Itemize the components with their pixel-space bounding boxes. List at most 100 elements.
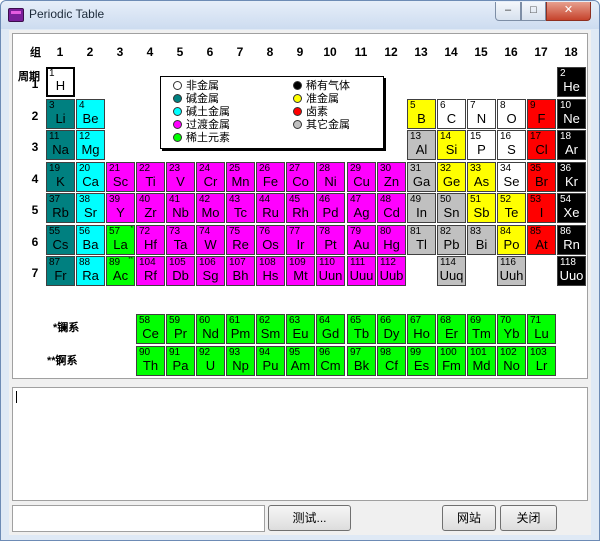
element-cell-ir[interactable]: 77 Ir xyxy=(286,225,315,255)
element-cell-fr[interactable]: 87 Fr xyxy=(46,256,75,286)
element-cell-am[interactable]: 95 Am xyxy=(286,346,315,376)
element-cell-eu[interactable]: 63 Eu xyxy=(286,314,315,344)
element-cell-rb[interactable]: 37 Rb xyxy=(46,193,75,223)
element-cell-v[interactable]: 23 V xyxy=(166,162,195,192)
element-cell-au[interactable]: 79 Au xyxy=(347,225,376,255)
maximize-button[interactable]: □ xyxy=(521,2,546,21)
test-button[interactable]: 测试... xyxy=(268,505,351,531)
element-cell-ba[interactable]: 56 Ba xyxy=(76,225,105,255)
element-cell-cm[interactable]: 96 Cm xyxy=(316,346,345,376)
element-cell-li[interactable]: 3 Li xyxy=(46,99,75,129)
element-cell-tc[interactable]: 43 Tc xyxy=(226,193,255,223)
element-search-input[interactable] xyxy=(12,505,265,532)
element-cell-sc[interactable]: 21 Sc xyxy=(106,162,135,192)
element-cell-po[interactable]: 84 Po xyxy=(497,225,526,255)
element-cell-nb[interactable]: 41 Nb xyxy=(166,193,195,223)
element-cell-ga[interactable]: 31 Ga xyxy=(407,162,436,192)
element-cell-mn[interactable]: 25 Mn xyxy=(226,162,255,192)
element-cell-o[interactable]: 8O xyxy=(497,99,526,129)
element-cell-sn[interactable]: 50 Sn xyxy=(437,193,466,223)
element-cell-pr[interactable]: 59 Pr xyxy=(166,314,195,344)
element-cell-yb[interactable]: 70 Yb xyxy=(497,314,526,344)
element-cell-na[interactable]: 11 Na xyxy=(46,130,75,160)
element-cell-ta[interactable]: 73 Ta xyxy=(166,225,195,255)
element-cell-uub[interactable]: 112 Uub xyxy=(377,256,406,286)
element-cell-se[interactable]: 34 Se xyxy=(497,162,526,192)
element-cell-os[interactable]: 76 Os xyxy=(256,225,285,255)
element-cell-dy[interactable]: 66 Dy xyxy=(377,314,406,344)
element-cell-pd[interactable]: 46 Pd xyxy=(316,193,345,223)
element-cell-ac[interactable]: 89 Ac ** xyxy=(106,256,135,286)
element-cell-nd[interactable]: 60 Nd xyxy=(196,314,225,344)
element-cell-uuo[interactable]: 118 Uuo xyxy=(557,256,586,286)
element-cell-he[interactable]: 2 He xyxy=(557,67,586,97)
element-cell-sb[interactable]: 51 Sb xyxy=(467,193,496,223)
element-cell-fe[interactable]: 26 Fe xyxy=(256,162,285,192)
element-cell-lu[interactable]: 71 Lu xyxy=(527,314,556,344)
element-cell-te[interactable]: 52 Te xyxy=(497,193,526,223)
element-cell-n[interactable]: 7N xyxy=(467,99,496,129)
element-cell-bk[interactable]: 97 Bk xyxy=(347,346,376,376)
element-cell-pm[interactable]: 61 Pm xyxy=(226,314,255,344)
element-cell-rh[interactable]: 45 Rh xyxy=(286,193,315,223)
element-cell-mo[interactable]: 42 Mo xyxy=(196,193,225,223)
element-cell-pb[interactable]: 82 Pb xyxy=(437,225,466,255)
element-cell-al[interactable]: 13 Al xyxy=(407,130,436,160)
element-cell-no[interactable]: 102 No xyxy=(497,346,526,376)
element-cell-uuh[interactable]: 116 Uuh xyxy=(497,256,526,286)
element-cell-mg[interactable]: 12 Mg xyxy=(76,130,105,160)
element-cell-be[interactable]: 4 Be xyxy=(76,99,105,129)
element-cell-xe[interactable]: 54 Xe xyxy=(557,193,586,223)
element-cell-ar[interactable]: 18 Ar xyxy=(557,130,586,160)
element-cell-in[interactable]: 49 In xyxy=(407,193,436,223)
element-cell-sr[interactable]: 38 Sr xyxy=(76,193,105,223)
element-cell-hf[interactable]: 72 Hf xyxy=(136,225,165,255)
element-cell-tb[interactable]: 65 Tb xyxy=(347,314,376,344)
output-text-area[interactable] xyxy=(12,387,588,501)
element-cell-bi[interactable]: 83 Bi xyxy=(467,225,496,255)
element-cell-pa[interactable]: 91 Pa xyxy=(166,346,195,376)
element-cell-f[interactable]: 9F xyxy=(527,99,556,129)
element-cell-co[interactable]: 27 Co xyxy=(286,162,315,192)
element-cell-bh[interactable]: 107 Bh xyxy=(226,256,255,286)
element-cell-u[interactable]: 92 U xyxy=(196,346,225,376)
element-cell-ag[interactable]: 47 Ag xyxy=(347,193,376,223)
element-cell-np[interactable]: 93 Np xyxy=(226,346,255,376)
element-cell-uun[interactable]: 110 Uun xyxy=(316,256,345,286)
element-cell-md[interactable]: 101 Md xyxy=(467,346,496,376)
element-cell-cf[interactable]: 98 Cf xyxy=(377,346,406,376)
title-bar[interactable]: Periodic Table – □ ✕ xyxy=(1,1,599,29)
element-cell-mt[interactable]: 109 Mt xyxy=(286,256,315,286)
element-cell-cs[interactable]: 55 Cs xyxy=(46,225,75,255)
element-cell-th[interactable]: 90 Th xyxy=(136,346,165,376)
element-cell-sm[interactable]: 62 Sm xyxy=(256,314,285,344)
element-cell-br[interactable]: 35 Br xyxy=(527,162,556,192)
element-cell-kr[interactable]: 36 Kr xyxy=(557,162,586,192)
element-cell-tm[interactable]: 69 Tm xyxy=(467,314,496,344)
element-cell-ni[interactable]: 28 Ni xyxy=(316,162,345,192)
element-cell-uuq[interactable]: 114 Uuq xyxy=(437,256,466,286)
element-cell-fm[interactable]: 100 Fm xyxy=(437,346,466,376)
element-cell-s[interactable]: 16 S xyxy=(497,130,526,160)
element-cell-b[interactable]: 5B xyxy=(407,99,436,129)
element-cell-ce[interactable]: 58 Ce xyxy=(136,314,165,344)
element-cell-la[interactable]: 57 La * xyxy=(106,225,135,255)
element-cell-cu[interactable]: 29 Cu xyxy=(347,162,376,192)
element-cell-ru[interactable]: 44 Ru xyxy=(256,193,285,223)
element-cell-cr[interactable]: 24 Cr xyxy=(196,162,225,192)
element-cell-ca[interactable]: 20 Ca xyxy=(76,162,105,192)
element-cell-p[interactable]: 15 P xyxy=(467,130,496,160)
minimize-button[interactable]: – xyxy=(495,2,521,21)
element-cell-hs[interactable]: 108 Hs xyxy=(256,256,285,286)
element-cell-hg[interactable]: 80 Hg xyxy=(377,225,406,255)
element-cell-ra[interactable]: 88 Ra xyxy=(76,256,105,286)
element-cell-si[interactable]: 14 Si xyxy=(437,130,466,160)
close-button[interactable]: 关闭 xyxy=(500,505,557,531)
element-cell-ho[interactable]: 67 Ho xyxy=(407,314,436,344)
element-cell-lr[interactable]: 103 Lr xyxy=(527,346,556,376)
element-cell-rf[interactable]: 104 Rf xyxy=(136,256,165,286)
close-window-button[interactable]: ✕ xyxy=(546,2,591,21)
element-cell-tl[interactable]: 81 Tl xyxy=(407,225,436,255)
element-cell-cl[interactable]: 17 Cl xyxy=(527,130,556,160)
element-cell-ne[interactable]: 10 Ne xyxy=(557,99,586,129)
